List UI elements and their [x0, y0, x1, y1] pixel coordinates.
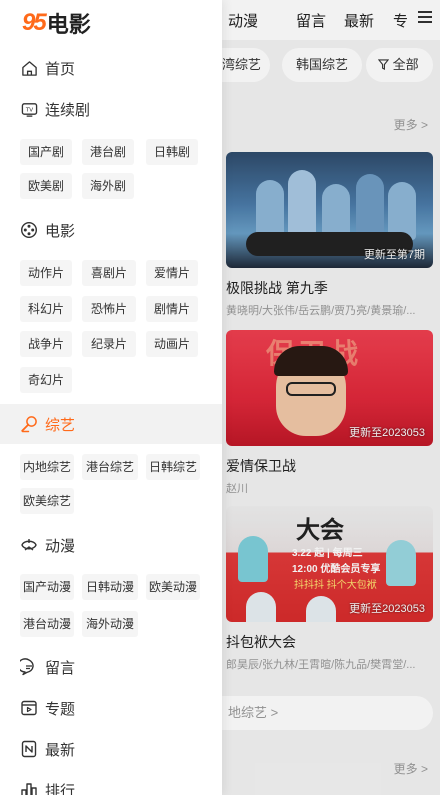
drawer-item-label: 最新: [45, 741, 76, 759]
drawer-item-label: 专题: [45, 700, 76, 718]
drawer-item-anime[interactable]: 动漫: [0, 525, 222, 565]
drawer-item-label: 排行: [45, 782, 76, 795]
drawer-item-latest[interactable]: 最新: [0, 729, 222, 769]
anime-icon: [20, 536, 38, 554]
sub-item[interactable]: 动作片: [20, 260, 72, 286]
sub-item[interactable]: 战争片: [20, 331, 72, 357]
sub-item[interactable]: 恐怖片: [82, 296, 136, 322]
tv-icon: TV: [20, 100, 38, 118]
drawer-item-variety[interactable]: 综艺: [0, 404, 222, 444]
drawer-item-series[interactable]: TV 连续剧: [0, 89, 222, 129]
drawer-item-label: 动漫: [45, 537, 76, 555]
sub-item[interactable]: 剧情片: [146, 296, 198, 322]
sub-item[interactable]: 内地综艺: [20, 454, 74, 480]
sub-item[interactable]: 港台综艺: [82, 454, 138, 480]
sub-item[interactable]: 国产动漫: [20, 574, 74, 600]
sub-item[interactable]: 奇幻片: [20, 367, 72, 393]
drawer-item-label: 综艺: [45, 416, 76, 434]
sub-item[interactable]: 港台剧: [82, 139, 134, 165]
drawer-item-home[interactable]: 首页: [0, 48, 222, 88]
sub-item[interactable]: 纪录片: [82, 331, 136, 357]
sub-item[interactable]: 日韩综艺: [146, 454, 200, 480]
drawer-item-message[interactable]: 留言: [0, 647, 222, 687]
sub-item[interactable]: 海外动漫: [82, 611, 138, 637]
svg-text:TV: TV: [24, 107, 32, 113]
drawer-item-label: 首页: [45, 60, 76, 78]
sub-item[interactable]: 海外剧: [82, 173, 134, 199]
drawer-overlay[interactable]: [222, 0, 440, 795]
sub-item[interactable]: 欧美动漫: [146, 574, 200, 600]
film-reel-icon: [20, 221, 38, 239]
sub-item[interactable]: 喜剧片: [82, 260, 136, 286]
drawer-item-topic[interactable]: 专题: [0, 688, 222, 728]
ranking-icon: [20, 781, 38, 795]
drawer-item-label: 留言: [45, 659, 76, 677]
site-logo[interactable]: 95 电影: [22, 8, 91, 38]
drawer-item-ranking[interactable]: 排行: [0, 770, 222, 795]
microphone-icon: [20, 415, 38, 433]
drawer-item-movie[interactable]: 电影: [0, 210, 222, 250]
message-icon: [20, 658, 38, 676]
sub-item[interactable]: 欧美综艺: [20, 488, 74, 514]
home-icon: [20, 59, 38, 77]
topic-icon: [20, 699, 38, 717]
sub-item[interactable]: 国产剧: [20, 139, 72, 165]
sub-item[interactable]: 日韩剧: [146, 139, 198, 165]
side-drawer: 95 电影 首页 TV 连续剧 国产剧 港台剧 日韩剧 欧美剧 海外剧 电影 动…: [0, 0, 222, 795]
sub-item[interactable]: 爱情片: [146, 260, 198, 286]
sub-item[interactable]: 科幻片: [20, 296, 72, 322]
sub-item[interactable]: 动画片: [146, 331, 198, 357]
sub-item[interactable]: 日韩动漫: [82, 574, 138, 600]
drawer-item-label: 连续剧: [45, 101, 91, 119]
sub-item[interactable]: 港台动漫: [20, 611, 74, 637]
drawer-item-label: 电影: [45, 222, 76, 240]
sub-item[interactable]: 欧美剧: [20, 173, 72, 199]
new-icon: [20, 740, 38, 758]
